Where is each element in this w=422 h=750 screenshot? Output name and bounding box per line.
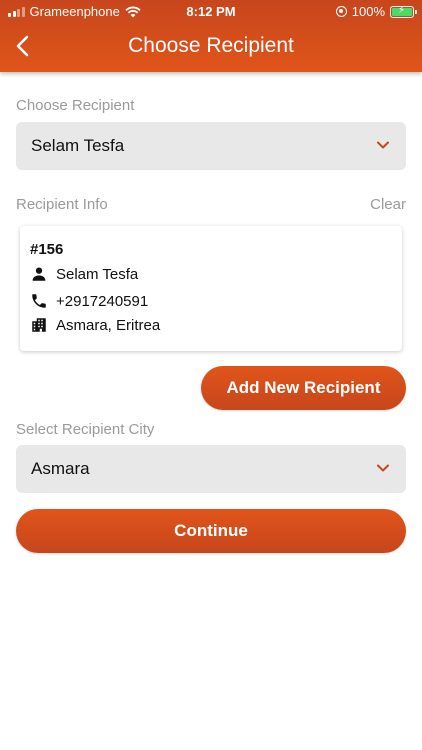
status-bar: Grameenphone 8:12 PM 100% ⚡ xyxy=(0,0,422,24)
battery-icon: ⚡ xyxy=(390,5,417,18)
chevron-down-icon xyxy=(377,464,389,472)
city-buildings-icon xyxy=(32,318,46,332)
city-selected-value: Asmara xyxy=(31,459,90,478)
orientation-lock-icon xyxy=(335,6,347,17)
city-dropdown[interactable]: Asmara xyxy=(16,445,406,493)
battery-percent: 100% xyxy=(351,4,385,19)
clear-button[interactable]: Clear xyxy=(370,196,406,213)
recipient-phone: +2917240591 xyxy=(56,292,149,310)
recipient-selected-value: Selam Tesfa xyxy=(31,136,125,155)
recipient-info-label: Recipient Info xyxy=(16,196,108,213)
status-right: 100% ⚡ xyxy=(335,4,417,19)
choose-recipient-label: Choose Recipient xyxy=(16,97,135,114)
page-title: Choose Recipient xyxy=(128,34,294,57)
nav-bar: Choose Recipient xyxy=(0,24,422,70)
add-new-recipient-button[interactable]: Add New Recipient xyxy=(201,366,406,410)
recipient-phone-row: +2917240591 xyxy=(30,292,148,310)
continue-button[interactable]: Continue xyxy=(16,509,406,553)
recipient-id: #156 xyxy=(30,241,64,258)
recipient-location: Asmara, Eritrea xyxy=(56,316,161,334)
recipient-name: Selam Tesfa xyxy=(56,265,139,283)
recipient-location-row: Asmara, Eritrea xyxy=(30,316,160,334)
recipient-dropdown[interactable]: Selam Tesfa xyxy=(16,122,406,170)
person-icon xyxy=(32,267,46,281)
recipient-info-card: #156 Selam Tesfa +2917240591 Asmara, Eri… xyxy=(20,226,402,351)
chevron-down-icon xyxy=(377,141,389,149)
recipient-name-row: Selam Tesfa xyxy=(30,265,138,283)
phone-icon xyxy=(32,294,46,308)
select-city-label: Select Recipient City xyxy=(16,421,155,438)
app-header: Grameenphone 8:12 PM 100% ⚡ Choose Recip… xyxy=(0,0,422,72)
